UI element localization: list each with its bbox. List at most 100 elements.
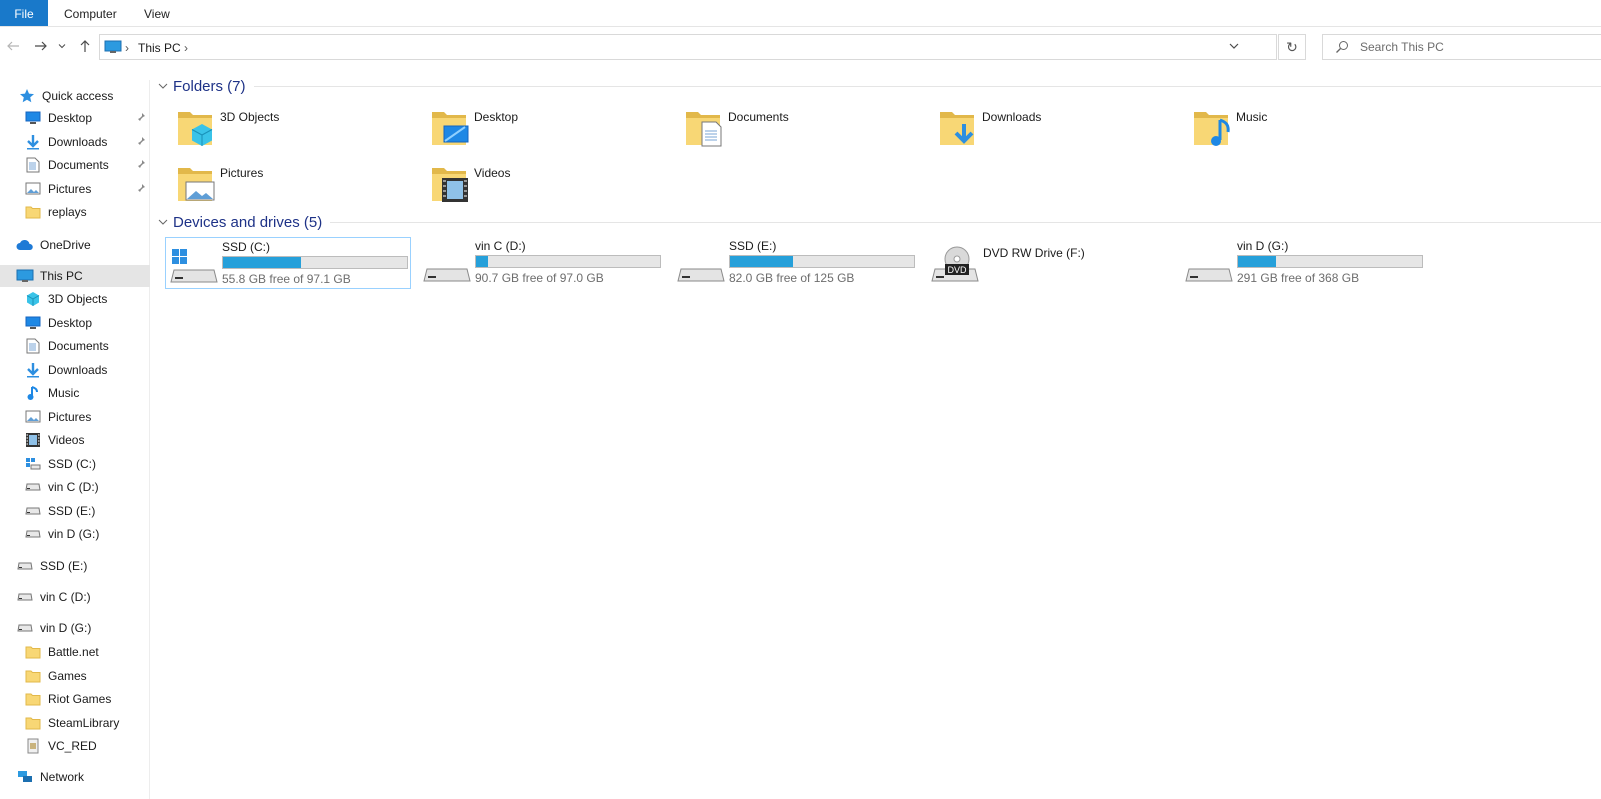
sidebar-item-ssd-e[interactable]: SSD (E:): [24, 500, 174, 522]
sidebar-item-vin-c[interactable]: vin C (D:): [16, 586, 166, 608]
sidebar-item-label: 3D Objects: [48, 292, 108, 306]
address-bar[interactable]: › This PC ›: [99, 34, 1277, 60]
view-tab[interactable]: View: [132, 0, 182, 26]
sidebar-item-steamlibrary[interactable]: SteamLibrary: [24, 712, 174, 734]
sidebar-item-battle-net[interactable]: Battle.net: [24, 641, 174, 663]
sidebar-item-this-pc[interactable]: This PC: [0, 265, 150, 287]
folder-tile-3d-objects[interactable]: 3D Objects: [158, 98, 398, 150]
search-box[interactable]: [1322, 34, 1601, 60]
sidebar-item-riot-games[interactable]: Riot Games: [24, 688, 174, 710]
back-button[interactable]: [4, 37, 22, 55]
sidebar-item-label: vin C (D:): [48, 480, 99, 494]
folder-tile-downloads[interactable]: Downloads: [920, 98, 1160, 150]
folder-tile-music[interactable]: Music: [1174, 98, 1414, 150]
drive-icon: [24, 478, 42, 496]
folder-tile-desktop[interactable]: Desktop: [412, 98, 652, 150]
sidebar-item-onedrive[interactable]: OneDrive: [16, 234, 166, 256]
sidebar-item-documents[interactable]: Documents: [24, 335, 174, 357]
pictures-icon: [24, 408, 42, 426]
sidebar-item-ssd-e[interactable]: SSD (E:): [16, 555, 166, 577]
sidebar-item-music[interactable]: Music: [24, 382, 174, 404]
folder-tile-documents[interactable]: Documents: [666, 98, 906, 150]
sidebar-item-vc-red[interactable]: VC_RED: [24, 735, 174, 757]
sidebar-item-label: Games: [48, 668, 87, 683]
breadcrumb-this-pc[interactable]: This PC: [138, 41, 181, 55]
sidebar-item-vin-c-d[interactable]: vin C (D:): [24, 476, 174, 498]
up-button[interactable]: [76, 37, 94, 55]
dvd-drive-icon: DVD: [931, 245, 979, 285]
sidebar-item-vin-d-g[interactable]: vin D (G:): [24, 523, 174, 545]
windows-drive-icon: [170, 246, 218, 286]
sidebar-item-network[interactable]: Network: [16, 766, 166, 788]
sidebar-item-downloads[interactable]: Downloads: [24, 131, 174, 153]
pictures-folder-icon: [176, 160, 216, 204]
sidebar-item-label: Quick access: [42, 89, 114, 103]
drive-icon: [677, 245, 725, 285]
sidebar-item-documents[interactable]: Documents: [24, 154, 174, 176]
sidebar-item-vin-d[interactable]: vin D (G:): [16, 617, 166, 639]
folder-tile-videos[interactable]: Videos: [412, 154, 652, 206]
breadcrumb-separator[interactable]: ›: [125, 41, 129, 55]
drive-tile-vin-c-d[interactable]: vin C (D:) 90.7 GB free of 97.0 GB: [419, 237, 665, 289]
sidebar-item-replays[interactable]: replays: [24, 201, 174, 223]
group-divider: [253, 85, 1601, 87]
downloads-folder-icon: [938, 104, 978, 148]
up-arrow-icon: [80, 40, 90, 52]
pin-icon[interactable]: [136, 135, 146, 149]
pin-icon[interactable]: [136, 158, 146, 172]
windows-drive-icon: [24, 455, 42, 473]
sidebar-item-desktop[interactable]: Desktop: [24, 312, 174, 334]
search-icon: [1335, 40, 1349, 57]
address-dropdown-icon[interactable]: [1228, 40, 1240, 55]
sidebar-item-videos[interactable]: Videos: [24, 429, 174, 451]
sidebar-item-quick-access[interactable]: Quick access: [18, 85, 168, 107]
drive-tile-dvd-rw-drive-f[interactable]: DVD DVD RW Drive (F:): [927, 237, 1173, 289]
folders-group-header[interactable]: Folders (7): [158, 76, 1601, 96]
videos-icon: [24, 431, 42, 449]
sidebar-item-label: Downloads: [48, 362, 108, 377]
sidebar-item-ssd-c[interactable]: SSD (C:): [24, 453, 174, 475]
ribbon: File Computer View: [0, 0, 1601, 27]
drive-icon: [1185, 245, 1233, 285]
sidebar-item-label: Downloads: [48, 134, 108, 149]
documents-icon: [24, 337, 42, 355]
breadcrumb-separator-end[interactable]: ›: [184, 41, 188, 55]
sidebar-item-label: OneDrive: [40, 238, 91, 252]
sidebar-item-label: VC_RED: [48, 739, 97, 753]
sidebar-item-pictures[interactable]: Pictures: [24, 406, 174, 428]
drive-tile-ssd-e[interactable]: SSD (E:) 82.0 GB free of 125 GB: [673, 237, 919, 289]
drive-tile-vin-d-g[interactable]: vin D (G:) 291 GB free of 368 GB: [1181, 237, 1427, 289]
computer-tab[interactable]: Computer: [52, 0, 129, 26]
pin-icon[interactable]: [136, 111, 146, 125]
sidebar-item-games[interactable]: Games: [24, 665, 174, 687]
drive-icon: [24, 502, 42, 520]
3d-objects-icon: [24, 290, 42, 308]
sidebar-item-label: SteamLibrary: [48, 715, 120, 730]
refresh-button[interactable]: ↻: [1278, 34, 1306, 60]
recent-locations-button[interactable]: [56, 37, 68, 55]
content-pane: Folders (7) 3D Objects Desktop Documents Do…: [158, 72, 1601, 799]
folder-name: Pictures: [220, 166, 264, 180]
chevron-down-icon[interactable]: [158, 82, 170, 90]
drive-tile-ssd-c[interactable]: SSD (C:) 55.8 GB free of 97.1 GB: [165, 237, 411, 289]
sidebar-item-label: Desktop: [48, 315, 93, 330]
folder-name: Videos: [474, 166, 511, 180]
music-folder-icon: [1192, 104, 1232, 148]
drives-group-header[interactable]: Devices and drives (5): [158, 212, 1601, 232]
sidebar-item-pictures[interactable]: Pictures: [24, 178, 174, 200]
search-input[interactable]: [1360, 38, 1590, 56]
sidebar-item-desktop[interactable]: Desktop: [24, 107, 174, 129]
sidebar-item-downloads[interactable]: Downloads: [24, 359, 174, 381]
drive-name: vin C (D:): [475, 239, 526, 253]
this-pc-icon: [16, 267, 34, 285]
file-icon: [24, 737, 42, 755]
pictures-icon: [24, 180, 42, 198]
sidebar-item-3d-objects[interactable]: 3D Objects: [24, 288, 174, 310]
pin-icon[interactable]: [136, 182, 146, 196]
file-tab[interactable]: File: [0, 0, 48, 26]
forward-button[interactable]: [32, 37, 50, 55]
sidebar-item-label: SSD (E:): [48, 503, 96, 518]
folder-icon: [24, 714, 42, 732]
folder-tile-pictures[interactable]: Pictures: [158, 154, 398, 206]
chevron-down-icon[interactable]: [158, 218, 170, 226]
